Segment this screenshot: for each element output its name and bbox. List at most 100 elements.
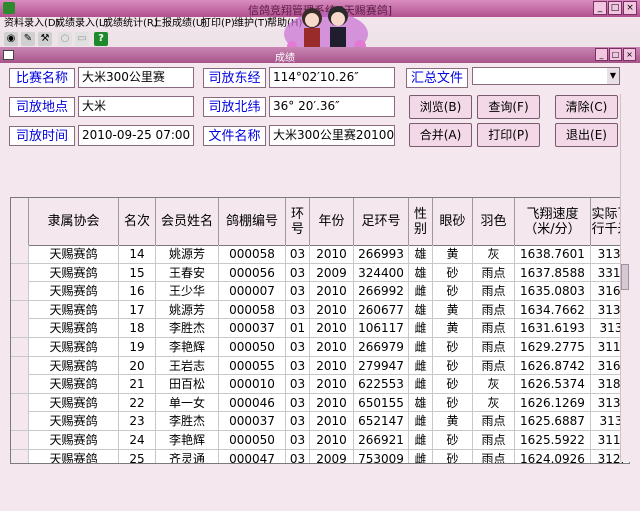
help-icon[interactable]: ? [94, 32, 108, 46]
dropdown-arrow-icon[interactable]: ▼ [607, 68, 619, 84]
maximize-button[interactable]: □ [608, 1, 622, 15]
edit-icon[interactable]: ✎ [21, 32, 35, 46]
cell-ring: 03 [286, 300, 310, 319]
vertical-scrollbar[interactable] [620, 94, 631, 511]
query-button[interactable]: 查询(F) [477, 95, 540, 119]
cell-association: 天赐赛鸽 [29, 300, 119, 319]
cell-ring: 03 [286, 412, 310, 431]
cell-gender: 雌 [409, 412, 433, 431]
disabled-page-icon[interactable]: ▭ [75, 32, 89, 46]
cell-gender: 雌 [409, 338, 433, 356]
table-row[interactable]: 天赐赛鸽 23 李胜杰 000037 03 2010 652147 雌黄雨点 1625.6887… [11, 412, 629, 431]
print-button[interactable]: 打印(P) [477, 123, 540, 147]
cell-feather: 雨点 [473, 431, 515, 449]
row-indicator[interactable] [11, 356, 29, 375]
table-row[interactable]: 天赐赛鸽 17 姚源芳 000058 03 2010 260677 雄黄雨点 1634.7662… [11, 300, 629, 320]
cell-feather: 雨点 [473, 263, 515, 282]
cell-feather: 雨点 [473, 338, 515, 356]
cell-association: 天赐赛鸽 [29, 375, 119, 394]
tools-icon[interactable]: ⚒ [38, 32, 52, 46]
row-indicator[interactable] [11, 375, 29, 394]
table-row[interactable]: 天赐赛鸽 20 王岩志 000055 03 2010 279947 雌砂雨点 1626.8742… [11, 356, 629, 376]
cell-loft-number: 000046 [219, 393, 286, 412]
table-row[interactable]: 天赐赛鸽 21 田百松 000010 03 2010 622553 雌砂灰 1626.5374 3… [11, 375, 629, 394]
row-indicator[interactable] [11, 319, 29, 338]
cell-member-name: 李艳辉 [156, 431, 219, 449]
row-indicator[interactable] [11, 449, 29, 463]
file-name-field[interactable]: 大米300公里赛20100925 [269, 125, 395, 146]
release-place-field[interactable]: 大米 [78, 96, 194, 117]
table-row[interactable]: 天赐赛鸽 19 李艳辉 000050 03 2010 266979 雌砂雨点 1629.2775… [11, 338, 629, 357]
cell-association: 天赐赛鸽 [29, 393, 119, 412]
cell-rank: 14 [119, 245, 156, 263]
table-row[interactable]: 天赐赛鸽 25 齐灵通 000047 03 2009 753009 雌砂雨点 1624.0926… [11, 449, 629, 463]
header-loft-number: 鸽棚编号 [219, 198, 286, 245]
child-minimize-button[interactable]: _ [595, 48, 608, 61]
summary-file-select[interactable] [472, 67, 620, 85]
menu-result-entry[interactable]: 成绩录入(L) [55, 17, 108, 31]
row-indicator[interactable] [11, 431, 29, 449]
cell-ring: 03 [286, 245, 310, 263]
cell-member-name: 李艳辉 [156, 338, 219, 356]
race-name-label: 比赛名称 [9, 68, 75, 88]
release-time-label: 司放时间 [9, 126, 75, 146]
longitude-field[interactable]: 114°02′10.26″ [269, 67, 395, 88]
close-button[interactable]: × [623, 1, 637, 15]
release-place-label: 司放地点 [9, 97, 75, 117]
cell-year: 2010 [310, 356, 354, 375]
disabled-stop-icon[interactable]: ○ [58, 32, 72, 46]
row-indicator[interactable] [11, 412, 29, 431]
cell-eye: 黄 [433, 412, 473, 431]
summary-file-label: 汇总文件 [406, 68, 468, 88]
cell-rank: 19 [119, 338, 156, 356]
cell-loft-number: 000058 [219, 245, 286, 263]
row-indicator[interactable] [11, 263, 29, 282]
cell-eye: 砂 [433, 449, 473, 463]
cell-feather: 雨点 [473, 356, 515, 375]
menu-result-stats[interactable]: 成绩统计(R) [103, 17, 158, 31]
longitude-label: 司放东经 [203, 68, 266, 88]
cell-band-number: 622553 [354, 375, 409, 394]
minimize-button[interactable]: _ [593, 1, 607, 15]
cell-ring: 01 [286, 319, 310, 338]
latitude-label: 司放北纬 [203, 97, 266, 117]
child-close-button[interactable]: × [623, 48, 636, 61]
browse-button[interactable]: 浏览(B) [409, 95, 472, 119]
row-indicator[interactable] [11, 393, 29, 412]
cell-eye: 黄 [433, 245, 473, 263]
menu-print[interactable]: 打印(P) [201, 17, 235, 31]
cell-rank: 22 [119, 393, 156, 412]
race-name-field[interactable]: 大米300公里赛 [78, 67, 194, 88]
child-maximize-button[interactable]: □ [609, 48, 622, 61]
cell-band-number: 324400 [354, 263, 409, 282]
header-eye: 眼砂 [433, 198, 473, 245]
header-gender: 性别 [409, 198, 433, 245]
cell-association: 天赐赛鸽 [29, 245, 119, 263]
menu-data-entry[interactable]: 资料录入(D) [4, 17, 60, 31]
scroll-thumb[interactable] [621, 264, 629, 290]
merge-button[interactable]: 合并(A) [409, 123, 472, 147]
menu-maintenance[interactable]: 维护(T) [234, 17, 268, 31]
cell-speed: 1625.6887 [515, 412, 591, 431]
menu-report-results[interactable]: 上报成绩(U) [152, 17, 207, 31]
latitude-field[interactable]: 36° 20′.36″ [269, 96, 395, 117]
exit-button[interactable]: 退出(E) [555, 123, 618, 147]
row-indicator[interactable] [11, 338, 29, 356]
cell-member-name: 李胜杰 [156, 319, 219, 338]
table-row[interactable]: 天赐赛鸽 16 王少华 000007 03 2010 266992 雌砂雨点 1635.0803… [11, 282, 629, 301]
release-time-field[interactable]: 2010-09-25 07:00 [78, 125, 194, 146]
table-row[interactable]: 天赐赛鸽 22 单一女 000046 03 2010 650155 雄砂灰 1626.1269 3… [11, 393, 629, 413]
table-row[interactable]: 天赐赛鸽 14 姚源芳 000058 03 2010 266993 雄黄灰 1638.7601 3… [11, 245, 629, 264]
cell-member-name: 王少华 [156, 282, 219, 301]
table-row[interactable]: 天赐赛鸽 24 李艳辉 000050 03 2010 266921 雌砂雨点 1625.5922… [11, 431, 629, 450]
table-row[interactable]: 天赐赛鸽 18 李胜杰 000037 01 2010 106117 雌黄雨点 1631.6193… [11, 319, 629, 338]
row-indicator[interactable] [11, 300, 29, 319]
cell-band-number: 260677 [354, 300, 409, 319]
cell-speed: 1626.8742 [515, 356, 591, 375]
pigeon-icon[interactable]: ◉ [4, 32, 18, 46]
row-indicator[interactable] [11, 245, 29, 263]
clear-button[interactable]: 清除(C) [555, 95, 618, 119]
cell-loft-number: 000050 [219, 431, 286, 449]
table-row[interactable]: 天赐赛鸽 15 王春安 000056 03 2009 324400 雄砂雨点 1637.8588… [11, 263, 629, 283]
row-indicator[interactable] [11, 282, 29, 301]
